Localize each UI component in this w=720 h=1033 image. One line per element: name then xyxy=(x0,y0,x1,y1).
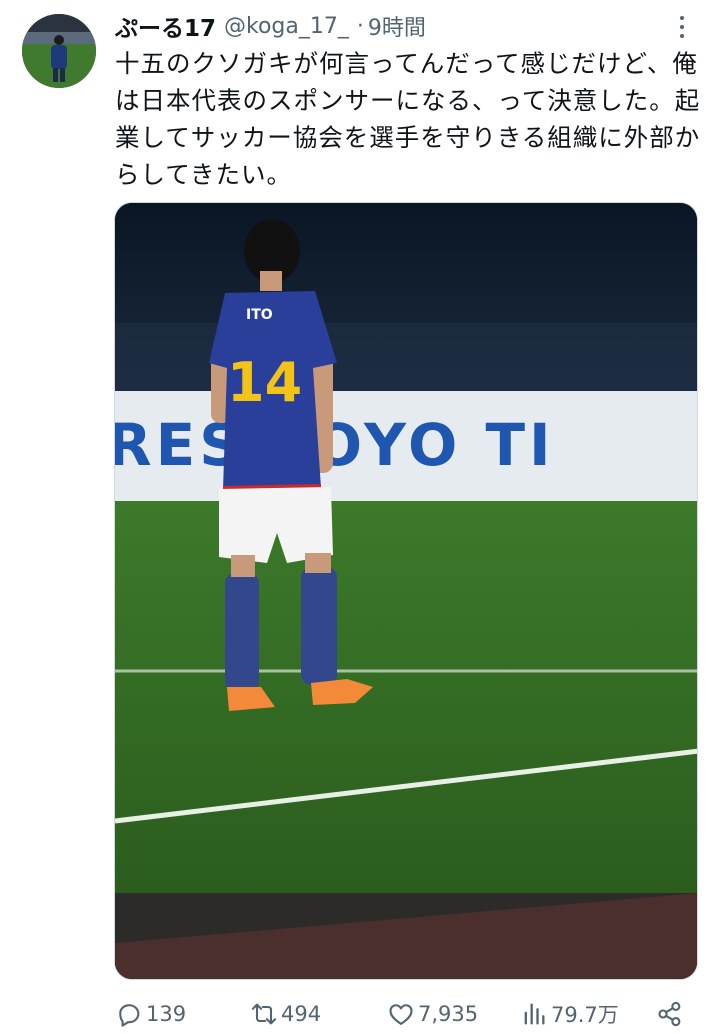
share-button[interactable] xyxy=(656,995,684,1033)
more-dots-icon[interactable] xyxy=(672,14,692,40)
bar-chart-icon xyxy=(524,1003,545,1025)
tweet-header: ぷーる17 @koga_17_ · 9時間 xyxy=(115,8,426,44)
retweet-count: 494 xyxy=(281,1002,322,1026)
display-name[interactable]: ぷーる17 xyxy=(115,9,216,43)
reply-count: 139 xyxy=(146,1002,187,1026)
photo-soccer-player: RES TOYO TI ITO 14 xyxy=(115,203,697,979)
tweet-text: 十五のクソガキが何言ってんだって感じだけど、俺は日本代表のスポンサーになる、って… xyxy=(115,49,701,189)
tweet-photo[interactable]: RES TOYO TI ITO 14 xyxy=(114,202,698,980)
share-nodes-icon xyxy=(658,1001,681,1027)
avatar[interactable] xyxy=(22,14,96,88)
timestamp[interactable]: 9時間 xyxy=(368,10,426,42)
retweet-button[interactable]: 494 xyxy=(250,995,321,1033)
tweet-actions: 139 494 7,935 79.7万 xyxy=(0,995,720,1033)
jersey-name: ITO xyxy=(246,307,273,323)
jersey-number: 14 xyxy=(227,351,302,414)
reply-bubble-icon xyxy=(119,1004,140,1027)
board-text: RES TOYO TI xyxy=(115,411,555,479)
header-separator: · xyxy=(356,13,364,39)
retweet-arrows-icon xyxy=(251,1003,277,1025)
avatar-image xyxy=(22,14,96,88)
views-count: 79.7万 xyxy=(551,1003,619,1027)
like-button[interactable]: 7,935 xyxy=(387,995,478,1033)
user-handle[interactable]: @koga_17_ xyxy=(224,14,349,39)
reply-button[interactable]: 139 xyxy=(115,995,186,1033)
heart-icon xyxy=(389,1004,413,1025)
views-button[interactable]: 79.7万 xyxy=(520,995,619,1033)
like-count: 7,935 xyxy=(418,1002,479,1026)
